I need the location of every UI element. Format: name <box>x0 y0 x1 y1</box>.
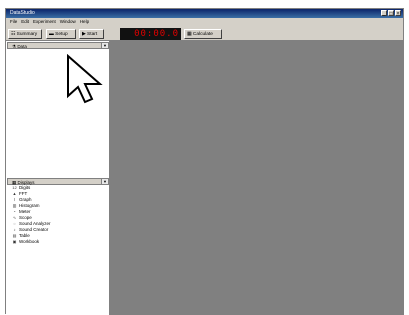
display-label: Workbook <box>19 239 40 244</box>
fft-icon: ▲ <box>12 191 17 196</box>
displays-panel-dropdown[interactable]: ▼ <box>101 179 108 184</box>
menu-experiment[interactable]: Experiment <box>33 18 56 26</box>
scope-icon: ∿ <box>12 215 17 220</box>
start-button[interactable]: ▶ Start <box>79 29 104 39</box>
data-panel-header[interactable]: ⚗ Data ▼ <box>7 42 109 49</box>
title-bar: DataStudio _ □ × <box>6 9 403 18</box>
workbook-icon: ▣ <box>12 239 17 244</box>
displays-panel-header[interactable]: ▦ Displays ▼ <box>7 178 109 185</box>
histogram-icon: ▥ <box>12 203 17 208</box>
menu-edit[interactable]: Edit <box>21 18 29 26</box>
toolbar: ☷ Summary ▬ Setup ▶ Start 00:00.0 ▦ Calc… <box>6 26 403 41</box>
calculate-button[interactable]: ▦ Calculate <box>184 29 222 39</box>
setup-icon: ▬ <box>49 32 54 37</box>
menu-help[interactable]: Help <box>80 18 89 26</box>
summary-icon: ☷ <box>11 32 16 37</box>
graph-icon: ⌇ <box>13 197 16 202</box>
calculate-label: Calculate <box>192 32 213 37</box>
data-panel-dropdown[interactable]: ▼ <box>101 43 108 48</box>
sound-analyzer-icon: ◌ <box>13 221 16 226</box>
play-icon: ▶ <box>82 32 86 37</box>
menu-file[interactable]: File <box>10 18 17 26</box>
menu-window[interactable]: Window <box>60 18 76 26</box>
data-panel-title: Data <box>17 44 27 49</box>
application-window: DataStudio _ □ × File Edit Experiment Wi… <box>5 8 404 315</box>
mouse-pointer-icon <box>67 54 103 104</box>
menu-bar: File Edit Experiment Window Help <box>6 18 403 26</box>
summary-button[interactable]: ☷ Summary <box>8 29 42 39</box>
maximize-button[interactable]: □ <box>388 10 394 17</box>
data-icon: ⚗ <box>12 44 17 49</box>
setup-label: Setup <box>55 32 68 37</box>
display-item-workbook[interactable]: ▣ Workbook <box>12 239 51 245</box>
calculator-icon: ▦ <box>187 32 192 37</box>
start-label: Start <box>87 32 98 37</box>
meter-icon: ◔ <box>13 209 16 214</box>
close-button[interactable]: × <box>395 10 401 17</box>
sound-creator-icon: ♪ <box>13 227 16 232</box>
summary-label: Summary <box>16 32 38 37</box>
workspace-area[interactable] <box>110 41 404 315</box>
setup-button[interactable]: ▬ Setup <box>46 29 76 39</box>
window-title: DataStudio <box>10 10 35 16</box>
timer-display: 00:00.0 <box>120 28 181 40</box>
displays-list: 12 Digits ▲ FFT ⌇ Graph ▥ Histogram ◔ Me… <box>12 185 51 245</box>
digits-icon: 12 <box>12 185 17 190</box>
minimize-button[interactable]: _ <box>381 10 387 17</box>
table-icon: ▤ <box>12 233 17 238</box>
window-controls: _ □ × <box>381 10 401 17</box>
